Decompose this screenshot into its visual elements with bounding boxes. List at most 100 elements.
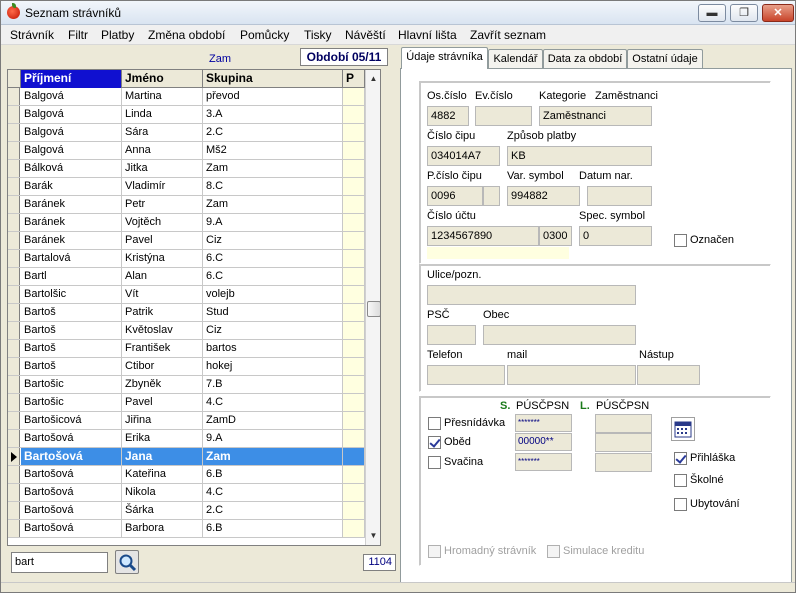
scroll-thumb[interactable] [367,301,380,317]
grid-scrollbar[interactable]: ▲ ▼ [365,70,380,545]
cell-prijmeni: Bartoš [21,340,122,357]
table-row[interactable]: Balgová Linda 3.A [8,106,365,124]
minimize-button[interactable]: ▬ [698,4,726,22]
cell-skupina: 3.A [203,106,343,123]
obec-field[interactable] [483,325,636,345]
menu-zmena-obdobi[interactable]: Změna období [148,28,225,42]
menu-navesti[interactable]: Návěští [345,28,386,42]
search-input[interactable]: bart [11,552,108,573]
var-symbol-field[interactable]: 994882 [507,186,580,206]
cell-prijmeni: Baránek [21,196,122,213]
p-cislo-cipu-field[interactable]: 0096 [427,186,483,206]
column-header-skupina[interactable]: Skupina [203,70,343,88]
table-row[interactable]: Bartl Alan 6.C [8,268,365,286]
kod-banky-field[interactable]: 0300 [539,226,572,246]
ulice-field[interactable] [427,285,636,305]
mail-field[interactable] [507,365,636,385]
cell-skupina: Ciz [203,232,343,249]
column-header-p[interactable]: P [343,70,365,88]
os-cislo-field[interactable]: 4882 [427,106,469,126]
table-row[interactable]: Bartošová Erika 9.A [8,430,365,448]
close-button[interactable]: ✕ [762,4,794,22]
spec-symbol-label: Spec. symbol [579,210,646,222]
table-row[interactable]: Bartolšic Vít volejb [8,286,365,304]
table-row[interactable]: Bartošicová Jiřina ZamD [8,412,365,430]
column-header-prijmeni[interactable]: Příjmení [21,70,122,88]
menu-hlavni-lista[interactable]: Hlavní lišta [398,28,457,42]
table-row[interactable]: Bartalová Kristýna 6.C [8,250,365,268]
menu-platby[interactable]: Platby [101,28,134,42]
nastup-field[interactable] [637,365,700,385]
zpusob-platby-field[interactable]: KB [507,146,652,166]
diner-grid[interactable]: Příjmení Jméno Skupina P Balgová Martina p… [7,69,381,546]
cell-jmeno: Ctibor [122,358,203,375]
nastup-label: Nástup [639,349,674,361]
cell-prijmeni: Bartošová [21,430,122,447]
obed-checkbox[interactable] [428,436,441,449]
kategorie-field[interactable]: Zaměstnanci [539,106,652,126]
cell-p [343,268,365,285]
ev-cislo-field[interactable] [475,106,532,126]
table-row[interactable]: Barák Vladimír 8.C [8,178,365,196]
tab-data-za-obdobi[interactable]: Data za období [543,49,627,69]
table-row[interactable]: Bartoš Ctibor hokej [8,358,365,376]
skolne-checkbox[interactable] [674,474,687,487]
table-row[interactable]: Bartošová Kateřina 6.B [8,466,365,484]
table-row[interactable]: Balgová Sára 2.C [8,124,365,142]
table-row[interactable]: Balgová Anna Mš2 [8,142,365,160]
table-row[interactable]: Bartošová Jana Zam [8,448,365,466]
row-indicator [8,232,20,249]
menu-pomucky[interactable]: Pomůcky [240,28,289,42]
spec-symbol-field[interactable]: 0 [579,226,652,246]
scroll-down-arrow[interactable]: ▼ [366,527,380,545]
row-indicator [8,466,20,483]
title-bar[interactable]: Seznam strávníků ▬ ❐ ✕ [1,1,795,25]
maximize-button[interactable]: ❐ [730,4,758,22]
tab-ostatni-udaje[interactable]: Ostatní údaje [627,49,703,69]
table-row[interactable]: Bartošic Pavel 4.C [8,394,365,412]
cislo-cipu-field[interactable]: 034014A7 [427,146,500,166]
cell-prijmeni: Bálková [21,160,122,177]
p-cislo-cipu-suffix-field[interactable] [483,186,500,206]
cell-p [343,376,365,393]
table-row[interactable]: Baránek Vojtěch 9.A [8,214,365,232]
table-row[interactable]: Bartoš Patrik Stud [8,304,365,322]
menu-filtr[interactable]: Filtr [68,28,88,42]
cell-p [343,232,365,249]
menu-zavrit-seznam[interactable]: Zavřít seznam [470,28,546,42]
menu-tisky[interactable]: Tisky [304,28,332,42]
table-row[interactable]: Bartošic Zbyněk 7.B [8,376,365,394]
ubytovani-checkbox[interactable] [674,498,687,511]
cell-prijmeni: Baránek [21,214,122,231]
svacina-checkbox[interactable] [428,456,441,469]
psc-field[interactable] [427,325,476,345]
table-row[interactable]: Bartošová Barbora 6.B [8,520,365,538]
prihlaska-checkbox[interactable] [674,452,687,465]
telefon-field[interactable] [427,365,505,385]
table-row[interactable]: Balgová Martina převod [8,88,365,106]
oznacen-checkbox[interactable] [674,234,687,247]
presnidavka-checkbox[interactable] [428,417,441,430]
cell-p [343,160,365,177]
apple-icon [7,3,20,19]
table-row[interactable]: Baránek Petr Zam [8,196,365,214]
cell-skupina: ZamD [203,412,343,429]
table-row[interactable]: Bartoš Květoslav Ciz [8,322,365,340]
table-row[interactable]: Bartošová Nikola 4.C [8,484,365,502]
simulace-checkbox[interactable] [547,545,560,558]
tab-udaje-stravnika[interactable]: Údaje strávníka [401,47,488,69]
scroll-up-arrow[interactable]: ▲ [366,70,380,88]
tab-kalendar[interactable]: Kalendář [488,49,543,69]
table-row[interactable]: Bálková Jitka Zam [8,160,365,178]
table-row[interactable]: Bartoš František bartos [8,340,365,358]
menu-stravnik[interactable]: Strávník [10,28,54,42]
hromadny-checkbox[interactable] [428,545,441,558]
calendar-button[interactable] [671,417,695,441]
column-header-jmeno[interactable]: Jméno [122,70,203,88]
datum-nar-field[interactable] [587,186,652,206]
cell-skupina: volejb [203,286,343,303]
cislo-uctu-field[interactable]: 1234567890 [427,226,539,246]
table-row[interactable]: Baránek Pavel Ciz [8,232,365,250]
table-row[interactable]: Bartošová Šárka 2.C [8,502,365,520]
search-button[interactable] [115,550,139,574]
